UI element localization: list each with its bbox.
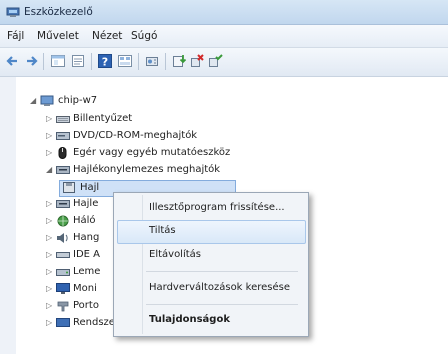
menu-separator (146, 271, 298, 272)
tree-item-dvd[interactable]: ▷ DVD/CD-ROM-meghajtók (46, 129, 266, 144)
tree-item-label: Moni (73, 283, 97, 294)
tree-item-keyboard[interactable]: ▷ Billentyűzet (46, 112, 246, 127)
menu-file[interactable]: Fájl (4, 30, 27, 42)
tree-item-label: Leme (73, 266, 101, 277)
tree-item-floppy-drives[interactable]: ◢ Hajlékonylemezes meghajtók (46, 163, 286, 178)
scan-hardware-icon[interactable] (144, 53, 160, 69)
menu-item-label: Tiltás (149, 225, 176, 236)
tree-item-label: Hajlékonylemezes meghajtók (73, 164, 221, 175)
menu-item-update-driver[interactable]: Illesztőprogram frissítése... (117, 197, 304, 219)
toolbar-separator (138, 53, 139, 70)
toolbar-separator (43, 53, 44, 70)
expand-arrow-icon[interactable]: ▷ (46, 284, 52, 293)
tree-item-label: Porto (73, 300, 99, 311)
floppy-drive-icon (56, 164, 70, 175)
back-arrow-icon[interactable] (5, 53, 21, 69)
floppy-icon (63, 182, 76, 193)
menu-item-disable[interactable]: Tiltás (117, 220, 306, 244)
device-manager-icon (6, 6, 20, 21)
uninstall-icon[interactable] (189, 53, 205, 69)
floppy-controller-icon (56, 198, 70, 209)
expand-arrow-icon[interactable]: ▷ (46, 199, 52, 208)
tree-item-label: Hang (73, 232, 100, 243)
tree-item-label: Billentyűzet (73, 113, 133, 124)
menu-item-label: Illesztőprogram frissítése... (149, 202, 285, 213)
show-hide-icon[interactable] (50, 53, 66, 69)
toolbar: ? (0, 48, 448, 77)
forward-arrow-icon[interactable] (23, 53, 39, 69)
window-title: Eszközkezelő (24, 6, 93, 18)
menu-separator (146, 304, 298, 305)
menu-bar: Fájl Művelet Nézet Súgó (0, 25, 448, 48)
dvd-drive-icon (56, 130, 70, 141)
expand-arrow-icon[interactable]: ▷ (46, 301, 52, 310)
ide-controller-icon (56, 249, 70, 260)
network-icon (56, 215, 69, 227)
computer-icon (40, 95, 54, 106)
context-menu: Illesztőprogram frissítése... Tiltás Elt… (113, 192, 309, 337)
expand-arrow-icon[interactable]: ▷ (46, 233, 52, 242)
mouse-icon (56, 147, 69, 159)
menu-action[interactable]: Művelet (34, 30, 82, 42)
properties-icon[interactable] (70, 53, 86, 69)
tree-item-label: Háló (73, 215, 96, 226)
tree-root[interactable]: ◢ chip-w7 (30, 94, 230, 109)
menu-item-properties[interactable]: Tulajdonságok (117, 309, 304, 331)
expand-arrow-icon[interactable]: ▷ (46, 148, 52, 157)
expand-arrow-icon[interactable]: ▷ (46, 250, 52, 259)
expand-arrow-icon[interactable]: ▷ (46, 318, 52, 327)
port-icon (56, 300, 69, 312)
expand-arrow-icon[interactable]: ▷ (46, 131, 52, 140)
keyboard-icon (56, 113, 70, 124)
tree-root-label: chip-w7 (58, 95, 98, 106)
tree-item-label: DVD/CD-ROM-meghajtók (73, 130, 198, 141)
collapse-arrow-icon[interactable]: ◢ (46, 165, 52, 174)
tree-item-label: Hajl (80, 182, 100, 193)
menu-item-label: Hardverváltozások keresése (149, 282, 291, 293)
expand-arrow-icon[interactable]: ▷ (46, 114, 52, 123)
menu-item-uninstall[interactable]: Eltávolítás (117, 244, 304, 266)
tree-item-mouse[interactable]: ▷ Egér vagy egyéb mutatóeszköz (46, 146, 306, 161)
menu-help[interactable]: Súgó (128, 30, 160, 42)
sound-icon (56, 232, 69, 243)
expand-arrow-icon[interactable]: ▷ (46, 216, 52, 225)
toolbar-separator (165, 53, 166, 70)
menu-item-label: Eltávolítás (149, 249, 201, 260)
tree-item-label: Egér vagy egyéb mutatóeszköz (73, 147, 231, 158)
menu-item-scan-hardware[interactable]: Hardverváltozások keresése (117, 277, 304, 299)
menu-view[interactable]: Nézet (89, 30, 125, 42)
tree-item-label: Hajle (73, 198, 99, 209)
expand-arrow-icon[interactable]: ▷ (46, 267, 52, 276)
toolbar-separator (91, 53, 92, 70)
monitor-icon (56, 283, 70, 294)
system-devices-icon (56, 317, 70, 328)
title-bar: Eszközkezelő (0, 0, 448, 25)
view-icon[interactable] (117, 53, 133, 69)
svg-text:?: ? (102, 56, 108, 69)
menu-item-label: Tulajdonságok (149, 314, 230, 325)
help-icon[interactable]: ? (97, 53, 113, 69)
disk-icon (56, 266, 70, 277)
collapse-arrow-icon[interactable]: ◢ (30, 96, 36, 105)
enable-device-icon[interactable] (207, 53, 223, 69)
tree-item-label: IDE A (73, 249, 100, 260)
update-driver-icon[interactable] (171, 53, 187, 69)
